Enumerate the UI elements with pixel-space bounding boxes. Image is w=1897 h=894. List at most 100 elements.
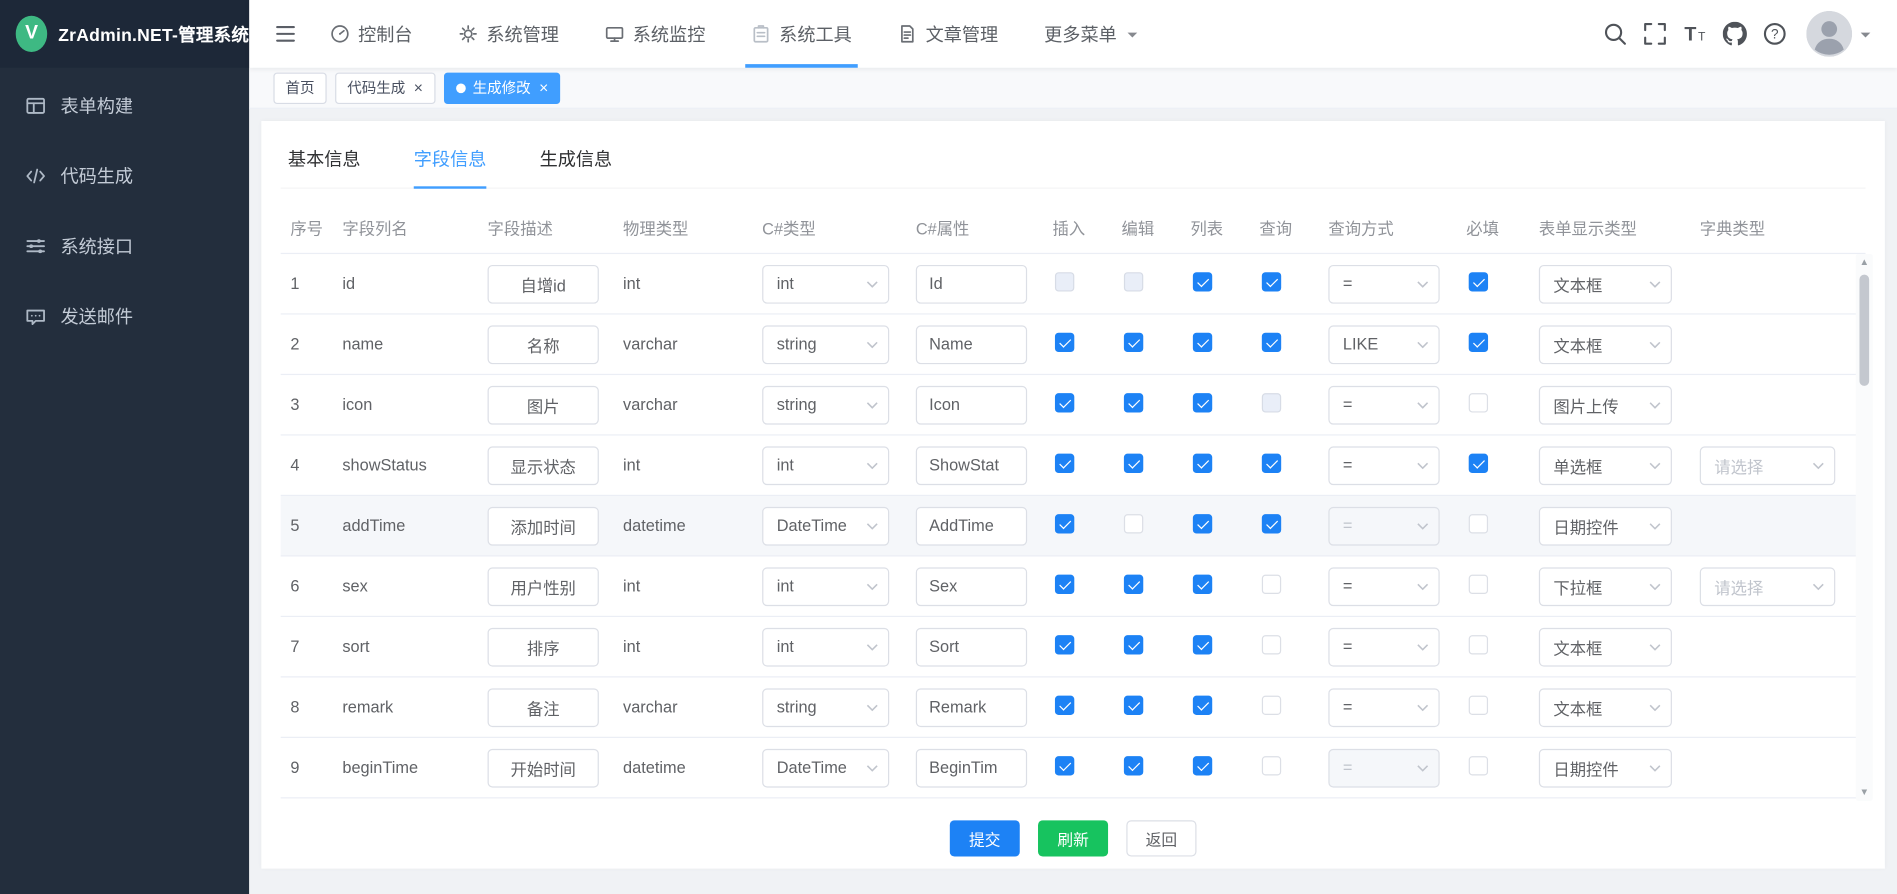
cs-property-input[interactable] [916,446,1027,485]
checkbox-checked[interactable] [1124,333,1143,352]
checkbox-checked[interactable] [1055,635,1074,654]
tag-generate-edit[interactable]: 生成修改× [444,72,561,103]
checkbox-checked[interactable] [1193,696,1212,715]
checkbox-checked[interactable] [1055,575,1074,594]
display-type-select[interactable]: 文本框 [1539,325,1672,364]
checkbox-checked[interactable] [1124,756,1143,775]
sidebar-item-code-gen[interactable]: 代码生成 [0,140,249,210]
checkbox-unchecked[interactable] [1469,514,1488,533]
nav-item-system-manage[interactable]: 系统管理 [436,0,582,68]
display-type-select[interactable]: 图片上传 [1539,385,1672,424]
cs-type-select[interactable]: string [762,385,889,424]
checkbox-unchecked[interactable] [1262,635,1281,654]
nav-item-article-manage[interactable]: 文章管理 [875,0,1021,68]
description-input[interactable] [488,385,599,424]
nav-item-console[interactable]: 控制台 [307,0,435,68]
description-input[interactable] [488,627,599,666]
search-icon[interactable] [1603,22,1627,46]
github-icon[interactable] [1723,22,1747,46]
description-input[interactable] [488,446,599,485]
query-way-select[interactable]: LIKE [1328,325,1439,364]
table-scrollbar[interactable]: ▲ ▼ [1856,254,1873,801]
cs-type-select[interactable]: int [762,627,889,666]
avatar[interactable] [1806,11,1852,57]
query-way-select[interactable]: = [1328,264,1439,303]
close-icon[interactable]: × [414,80,423,96]
checkbox-checked[interactable] [1124,454,1143,473]
checkbox-unchecked[interactable] [1262,756,1281,775]
description-input[interactable] [488,264,599,303]
checkbox-checked[interactable] [1262,333,1281,352]
checkbox-checked[interactable] [1124,696,1143,715]
font-size-icon[interactable]: TT [1683,22,1707,46]
submit-button[interactable]: 提交 [950,820,1020,856]
checkbox-unchecked[interactable] [1124,514,1143,533]
checkbox-checked[interactable] [1124,393,1143,412]
checkbox-unchecked[interactable] [1469,696,1488,715]
hamburger-icon[interactable] [273,22,297,46]
checkbox-unchecked[interactable] [1469,756,1488,775]
sidebar-item-form-build[interactable]: 表单构建 [0,70,249,140]
checkbox-checked[interactable] [1124,635,1143,654]
dict-type-select[interactable]: 请选择 [1700,567,1835,606]
checkbox-checked[interactable] [1055,514,1074,533]
nav-item-system-monitor[interactable]: 系统监控 [582,0,728,68]
checkbox-checked[interactable] [1193,454,1212,473]
scroll-up-icon[interactable]: ▲ [1860,254,1870,271]
checkbox-checked[interactable] [1055,696,1074,715]
display-type-select[interactable]: 单选框 [1539,446,1672,485]
description-input[interactable] [488,567,599,606]
checkbox-checked[interactable] [1055,454,1074,473]
nav-item-more-menu[interactable]: 更多菜单 [1021,0,1160,68]
help-icon[interactable]: ? [1763,22,1787,46]
checkbox-unchecked[interactable] [1469,575,1488,594]
description-input[interactable] [488,325,599,364]
query-way-select[interactable]: = [1328,688,1439,727]
cs-property-input[interactable] [916,325,1027,364]
tab-field-info[interactable]: 字段信息 [414,133,487,187]
sidebar-item-system-api[interactable]: 系统接口 [0,211,249,281]
checkbox-checked[interactable] [1193,575,1212,594]
checkbox-checked[interactable] [1469,333,1488,352]
query-way-select[interactable]: = [1328,567,1439,606]
display-type-select[interactable]: 日期控件 [1539,748,1672,787]
display-type-select[interactable]: 日期控件 [1539,506,1672,545]
tag-code-generation[interactable]: 代码生成× [335,72,435,103]
tag-home[interactable]: 首页 [273,72,326,103]
checkbox-checked[interactable] [1193,393,1212,412]
description-input[interactable] [488,748,599,787]
cs-property-input[interactable] [916,748,1027,787]
tab-generate-info[interactable]: 生成信息 [540,133,613,187]
checkbox-checked[interactable] [1193,514,1212,533]
user-menu[interactable] [1806,11,1870,57]
checkbox-checked[interactable] [1193,756,1212,775]
checkbox-checked[interactable] [1193,635,1212,654]
checkbox-checked[interactable] [1262,272,1281,291]
cs-property-input[interactable] [916,385,1027,424]
cs-property-input[interactable] [916,567,1027,606]
refresh-button[interactable]: 刷新 [1038,820,1108,856]
checkbox-checked[interactable] [1055,756,1074,775]
checkbox-checked[interactable] [1262,454,1281,473]
description-input[interactable] [488,688,599,727]
cs-type-select[interactable]: DateTime [762,748,889,787]
display-type-select[interactable]: 文本框 [1539,688,1672,727]
checkbox-checked[interactable] [1262,514,1281,533]
cs-property-input[interactable] [916,627,1027,666]
cs-type-select[interactable]: int [762,567,889,606]
checkbox-checked[interactable] [1193,272,1212,291]
display-type-select[interactable]: 下拉框 [1539,567,1672,606]
cs-property-input[interactable] [916,264,1027,303]
cs-type-select[interactable]: string [762,688,889,727]
checkbox-checked[interactable] [1469,272,1488,291]
cs-property-input[interactable] [916,506,1027,545]
query-way-select[interactable]: = [1328,446,1439,485]
tab-basic-info[interactable]: 基本信息 [288,133,361,187]
checkbox-checked[interactable] [1469,454,1488,473]
checkbox-checked[interactable] [1124,575,1143,594]
cs-type-select[interactable]: int [762,446,889,485]
back-button[interactable]: 返回 [1126,820,1196,856]
scroll-thumb[interactable] [1859,275,1869,386]
dict-type-select[interactable]: 请选择 [1700,446,1835,485]
close-icon[interactable]: × [539,80,548,96]
